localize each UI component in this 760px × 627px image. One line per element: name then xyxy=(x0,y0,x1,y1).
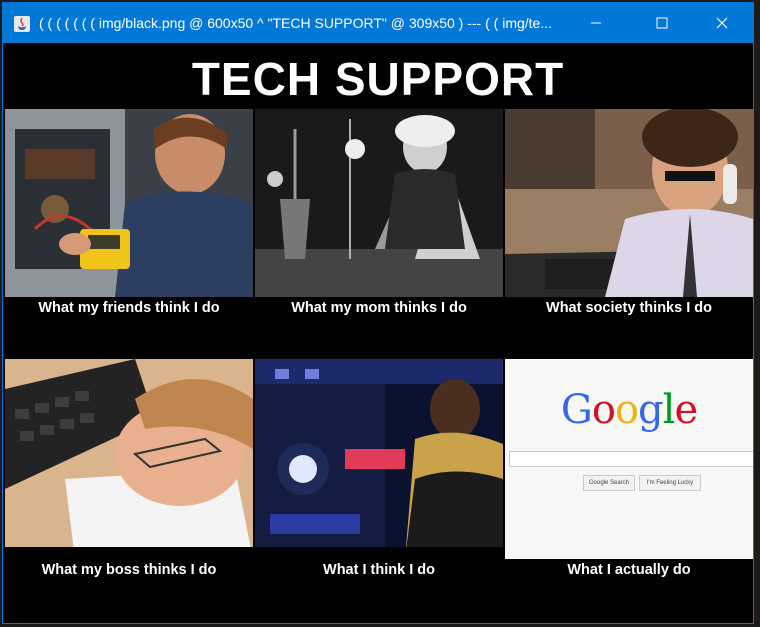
close-button[interactable] xyxy=(699,3,745,43)
caption-actual: What I actually do xyxy=(567,562,691,578)
maximize-icon xyxy=(656,17,668,29)
mad-scientist-laboratory-photo xyxy=(255,109,503,297)
google-search-box xyxy=(509,451,753,467)
technician-repairing-computer-photo xyxy=(5,109,253,297)
caption-friends: What my friends think I do xyxy=(38,300,220,316)
window-title: ( ( ( ( ( ( ( img/black.png @ 600x50 ^ "… xyxy=(39,15,553,31)
starship-engine-room-photo xyxy=(255,359,503,547)
google-search-button: Google Search xyxy=(583,475,635,491)
man-asleep-on-keyboard-photo xyxy=(5,359,253,547)
caption-mom: What my mom thinks I do xyxy=(291,300,467,316)
java-app-icon xyxy=(13,15,31,33)
maximize-button[interactable] xyxy=(639,3,685,43)
caption-self: What I think I do xyxy=(323,562,435,578)
app-window: ( ( ( ( ( ( ( img/black.png @ 600x50 ^ "… xyxy=(2,2,754,624)
minimize-button[interactable] xyxy=(573,3,619,43)
meme-heading: TECH SUPPORT xyxy=(191,53,565,105)
close-icon xyxy=(716,17,728,29)
minimize-icon xyxy=(591,22,601,24)
caption-boss: What my boss thinks I do xyxy=(41,562,217,578)
google-search-homepage-screenshot: Google Google Search I'm Feeling Lucky xyxy=(505,359,753,559)
feeling-lucky-button: I'm Feeling Lucky xyxy=(639,475,701,491)
title-bar[interactable]: ( ( ( ( ( ( ( img/black.png @ 600x50 ^ "… xyxy=(3,3,753,43)
it-worker-on-phone-photo xyxy=(505,109,753,297)
google-logo: Google xyxy=(560,387,698,433)
meme-canvas: TECH SUPPORT What my friends think I do … xyxy=(5,43,753,623)
caption-society: What society thinks I do xyxy=(546,300,712,316)
